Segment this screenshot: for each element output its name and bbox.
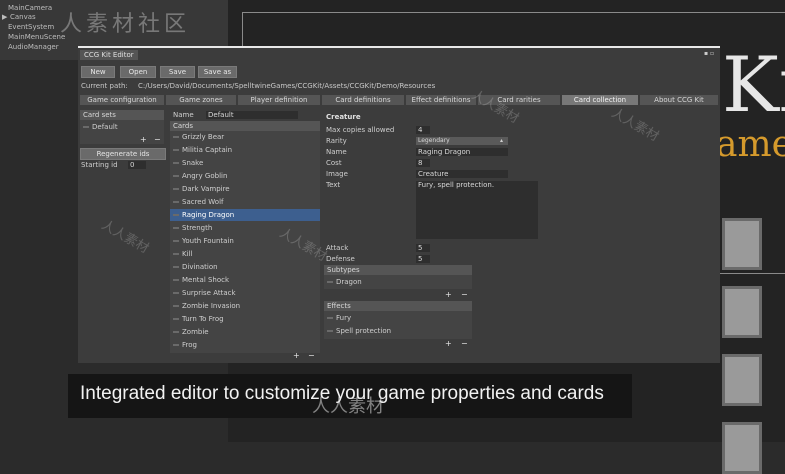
- starting-id-field[interactable]: 0: [128, 161, 146, 169]
- card-item[interactable]: Zombie Invasion: [170, 300, 320, 312]
- defense-field[interactable]: 5: [416, 255, 430, 263]
- effect-item[interactable]: Fury: [324, 312, 472, 324]
- card-item[interactable]: Frog: [170, 339, 320, 351]
- set-name-field[interactable]: Default: [206, 111, 298, 119]
- scene-title-text: Ki: [722, 40, 785, 129]
- open-button[interactable]: Open: [120, 66, 156, 78]
- card-slot: [722, 286, 762, 338]
- hierarchy-item[interactable]: Canvas: [10, 13, 36, 21]
- card-slot: [722, 218, 762, 270]
- add-subtype-button[interactable]: +: [445, 290, 452, 299]
- ccg-kit-editor-window: CCG Kit Editor ▪ ▫ New Open Save Save as…: [78, 46, 720, 363]
- card-item[interactable]: Angry Goblin: [170, 170, 320, 182]
- tab-game-configuration[interactable]: Game configuration: [80, 95, 164, 105]
- hierarchy-item[interactable]: EventSystem: [8, 23, 54, 31]
- card-item[interactable]: Grizzly Bear: [170, 131, 320, 143]
- card-item[interactable]: Dark Vampire: [170, 183, 320, 195]
- window-controls-icon[interactable]: ▪ ▫: [704, 50, 714, 57]
- new-button[interactable]: New: [81, 66, 115, 78]
- card-item[interactable]: Sacred Wolf: [170, 196, 320, 208]
- tab-effect-definitions[interactable]: Effect definitions: [406, 95, 476, 105]
- scene-subtitle-text: ame: [716, 124, 785, 165]
- tab-about-ccg-kit[interactable]: About CCG Kit: [640, 95, 718, 105]
- rarity-dropdown[interactable]: Legendary: [416, 137, 508, 145]
- tab-game-zones[interactable]: Game zones: [166, 95, 236, 105]
- remove-subtype-button[interactable]: −: [461, 290, 468, 299]
- card-sets-list: Default: [80, 120, 164, 144]
- max-copies-label: Max copies allowed: [326, 126, 395, 134]
- save-as-button[interactable]: Save as: [198, 66, 237, 78]
- max-copies-field[interactable]: 4: [416, 126, 430, 134]
- effects-header: Effects: [324, 301, 472, 311]
- card-item-selected[interactable]: Raging Dragon: [170, 209, 320, 221]
- card-item[interactable]: Surprise Attack: [170, 287, 320, 299]
- text-label: Text: [326, 181, 341, 189]
- card-item[interactable]: Militia Captain: [170, 144, 320, 156]
- save-button[interactable]: Save: [160, 66, 195, 78]
- tab-card-definitions[interactable]: Card definitions: [322, 95, 404, 105]
- add-card-button[interactable]: +: [293, 351, 300, 360]
- path-value: C:/Users/David/Documents/SpelltwineGames…: [138, 82, 436, 90]
- image-label: Image: [326, 170, 348, 178]
- hierarchy-item[interactable]: MainMenuScene: [8, 33, 65, 41]
- effects-list: Fury Spell protection: [324, 311, 472, 339]
- add-effect-button[interactable]: +: [445, 339, 452, 348]
- card-item[interactable]: Divination: [170, 261, 320, 273]
- tab-card-collection[interactable]: Card collection: [562, 95, 638, 105]
- remove-card-set-button[interactable]: −: [154, 135, 161, 144]
- regenerate-ids-button[interactable]: Regenerate ids: [80, 148, 166, 160]
- card-slot: [722, 354, 762, 406]
- cost-field[interactable]: 8: [416, 159, 430, 167]
- card-text-area[interactable]: Fury, spell protection.: [416, 181, 538, 239]
- hierarchy-item[interactable]: AudioManager: [8, 43, 59, 51]
- card-name-field[interactable]: Raging Dragon: [416, 148, 508, 156]
- subtype-item[interactable]: Dragon: [324, 276, 456, 288]
- path-label: Current path:: [81, 82, 128, 90]
- hierarchy-item[interactable]: MainCamera: [8, 4, 52, 12]
- card-type-heading: Creature: [326, 113, 361, 121]
- cards-header: Cards: [170, 121, 320, 131]
- add-card-set-button[interactable]: +: [140, 135, 147, 144]
- subtypes-list: Dragon: [324, 275, 472, 289]
- expand-arrow-icon[interactable]: ▶: [2, 13, 7, 21]
- watermark-top: 人素材社区: [60, 12, 191, 37]
- image-field[interactable]: Creature: [416, 170, 508, 178]
- card-item[interactable]: Zombie: [170, 326, 320, 338]
- card-slot: [722, 422, 762, 474]
- remove-card-button[interactable]: −: [308, 351, 315, 360]
- tab-bar: Game configuration Game zones Player def…: [80, 95, 720, 105]
- window-title: CCG Kit Editor: [80, 50, 138, 60]
- rarity-label: Rarity: [326, 137, 347, 145]
- card-item[interactable]: Snake: [170, 157, 320, 169]
- card-name-label: Name: [326, 148, 347, 156]
- cost-label: Cost: [326, 159, 342, 167]
- watermark-bottom: 人人素材: [312, 396, 384, 417]
- starting-id-label: Starting id: [81, 161, 118, 169]
- remove-effect-button[interactable]: −: [461, 339, 468, 348]
- defense-label: Defense: [326, 255, 355, 263]
- set-name-label: Name: [173, 111, 194, 119]
- card-item[interactable]: Mental Shock: [170, 274, 320, 286]
- subtypes-header: Subtypes: [324, 265, 472, 275]
- card-set-item[interactable]: Default: [80, 121, 164, 133]
- card-sets-header: Card sets: [80, 110, 164, 120]
- effect-item[interactable]: Spell protection: [324, 325, 472, 337]
- dropdown-arrow-icon: ▴: [500, 137, 504, 144]
- tab-player-definition[interactable]: Player definition: [238, 95, 320, 105]
- card-item[interactable]: Turn To Frog: [170, 313, 320, 325]
- attack-field[interactable]: 5: [416, 244, 430, 252]
